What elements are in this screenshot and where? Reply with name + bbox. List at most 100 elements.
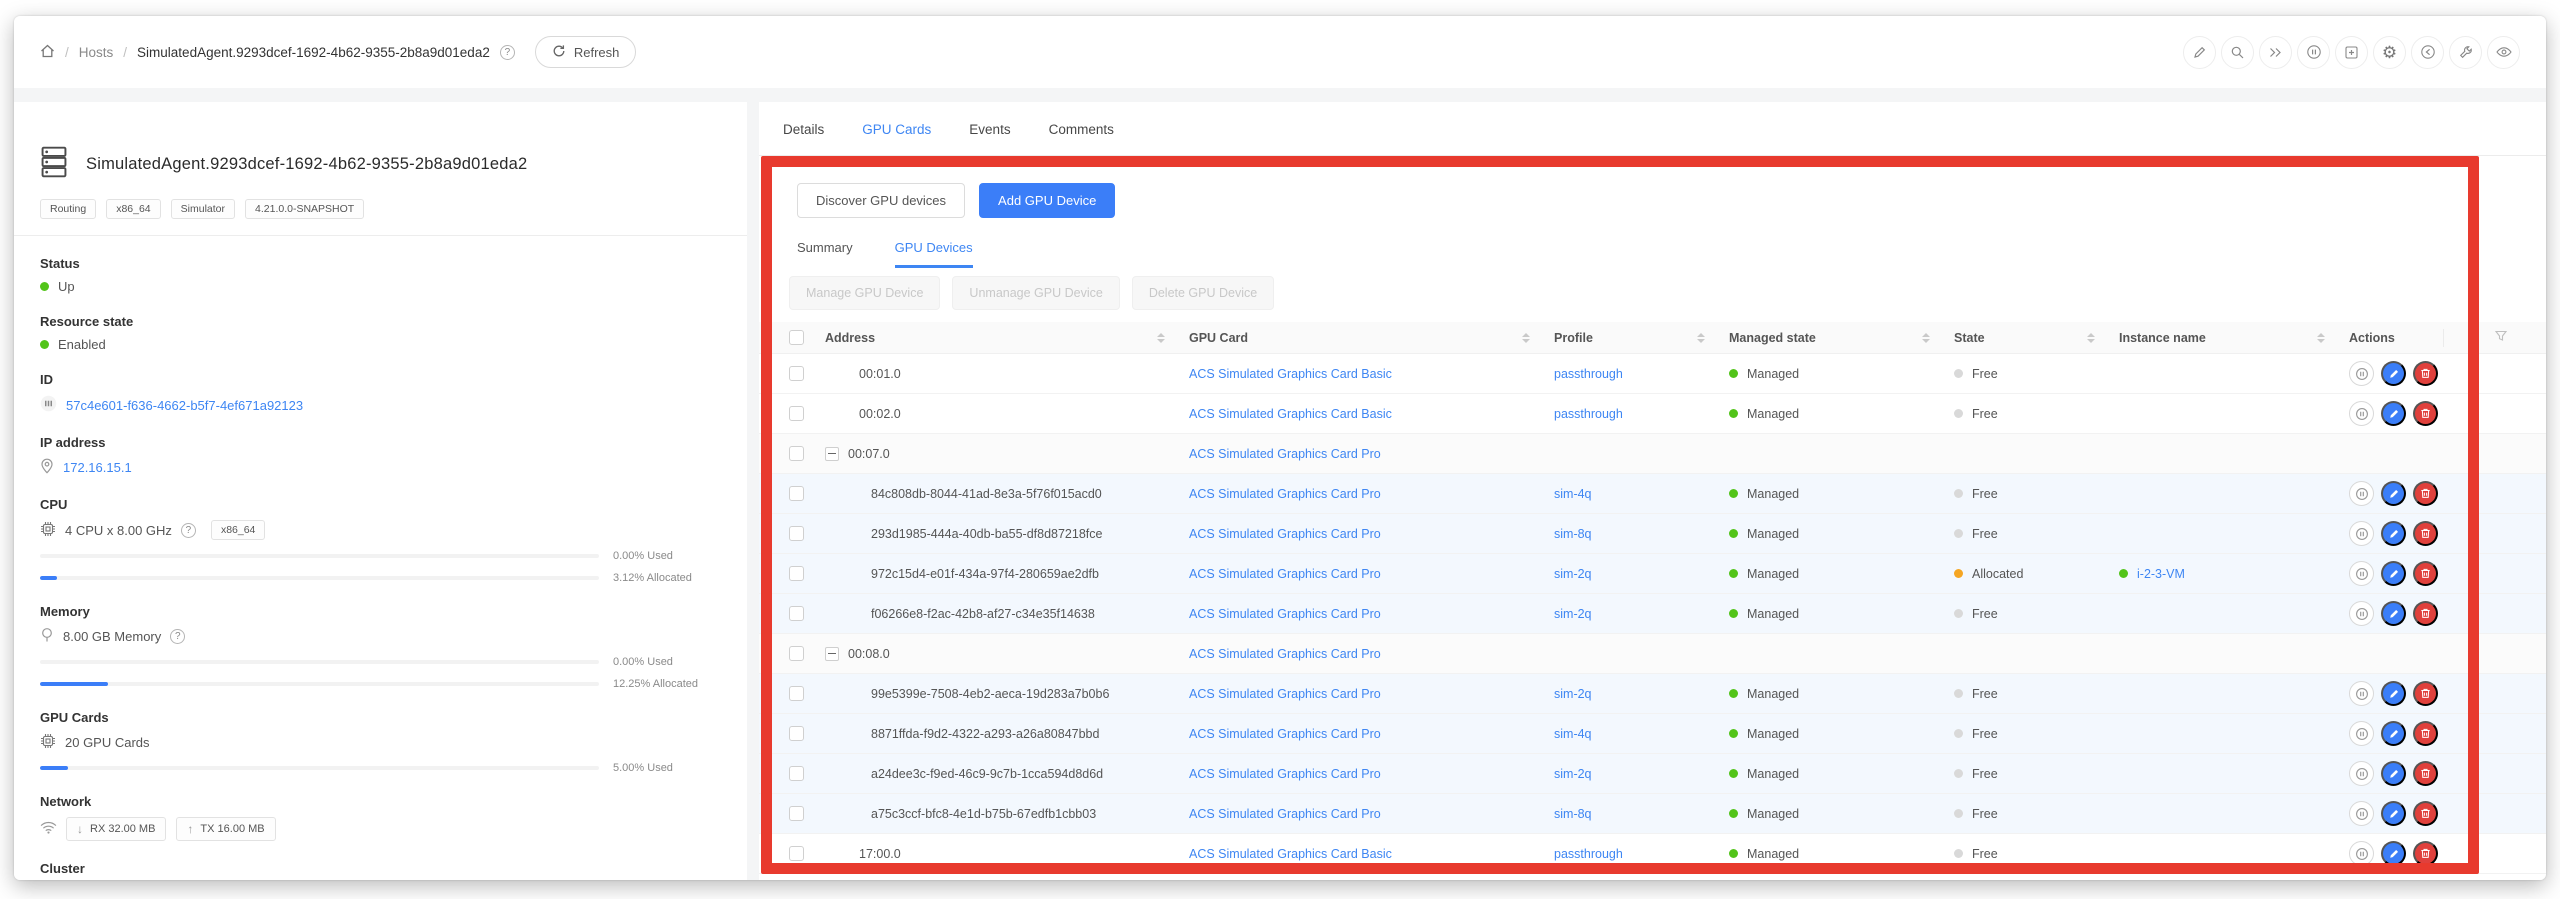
instance-link[interactable]: i-2-3-VM (2137, 567, 2185, 581)
edit-device-button[interactable] (2381, 361, 2406, 386)
pause-device-button[interactable] (2349, 721, 2374, 746)
pause-device-button[interactable] (2349, 841, 2374, 866)
pause-device-button[interactable] (2349, 361, 2374, 386)
refresh-button[interactable]: Refresh (534, 36, 637, 68)
tab-details[interactable]: Details (783, 122, 824, 155)
row-checkbox[interactable] (789, 606, 804, 621)
tab-comments[interactable]: Comments (1049, 122, 1114, 155)
subtab-summary[interactable]: Summary (797, 240, 853, 268)
delete-device-button[interactable] (2413, 401, 2438, 426)
row-checkbox[interactable] (789, 726, 804, 741)
memory-help-icon[interactable]: ? (170, 629, 186, 644)
gpu-card-link[interactable]: ACS Simulated Graphics Card Pro (1189, 767, 1381, 781)
row-checkbox[interactable] (789, 686, 804, 701)
gpu-card-link[interactable]: ACS Simulated Graphics Card Basic (1189, 367, 1392, 381)
settings-gear-icon[interactable]: ⚙ (2373, 35, 2406, 69)
delete-device-button[interactable] (2413, 801, 2438, 826)
pause-device-button[interactable] (2349, 681, 2374, 706)
edit-device-button[interactable] (2381, 481, 2406, 506)
delete-gpu-device-button[interactable]: Delete GPU Device (1131, 276, 1275, 310)
pause-device-button[interactable] (2349, 561, 2374, 586)
delete-device-button[interactable] (2413, 561, 2438, 586)
breadcrumb-hosts[interactable]: Hosts (79, 45, 114, 60)
filter-icon[interactable] (2494, 329, 2508, 346)
sort-icon[interactable] (1697, 332, 1705, 343)
edit-device-button[interactable] (2381, 721, 2406, 746)
delete-device-button[interactable] (2413, 361, 2438, 386)
edit-device-button[interactable] (2381, 681, 2406, 706)
profile-link[interactable]: sim-2q (1554, 567, 1592, 581)
edit-device-button[interactable] (2381, 761, 2406, 786)
delete-device-button[interactable] (2413, 521, 2438, 546)
subtab-gpu-devices[interactable]: GPU Devices (894, 240, 973, 268)
gpu-card-link[interactable]: ACS Simulated Graphics Card Basic (1189, 407, 1392, 421)
profile-link[interactable]: sim-8q (1554, 807, 1592, 821)
gpu-card-link[interactable]: ACS Simulated Graphics Card Pro (1189, 487, 1381, 501)
edit-device-button[interactable] (2381, 841, 2406, 866)
gpu-card-link[interactable]: ACS Simulated Graphics Card Pro (1189, 607, 1381, 621)
delete-device-button[interactable] (2413, 481, 2438, 506)
wrench-icon[interactable] (2449, 35, 2482, 69)
host-id-link[interactable]: 57c4e601-f636-4662-b5f7-4ef671a92123 (66, 398, 303, 413)
select-all-checkbox[interactable] (789, 330, 804, 345)
sort-icon[interactable] (1922, 332, 1930, 343)
delete-device-button[interactable] (2413, 681, 2438, 706)
edit-device-button[interactable] (2381, 801, 2406, 826)
edit-device-button[interactable] (2381, 521, 2406, 546)
pause-device-button[interactable] (2349, 401, 2374, 426)
sort-icon[interactable] (1522, 332, 1530, 343)
pause-circle-icon[interactable] (2297, 35, 2330, 69)
row-checkbox[interactable] (789, 646, 804, 661)
discover-gpu-devices-button[interactable]: Discover GPU devices (797, 183, 966, 218)
row-checkbox[interactable] (789, 766, 804, 781)
profile-link[interactable]: passthrough (1554, 407, 1623, 421)
edit-icon[interactable] (2183, 35, 2216, 69)
row-checkbox[interactable] (789, 366, 804, 381)
add-gpu-device-button[interactable]: Add GPU Device (979, 183, 1116, 218)
profile-link[interactable]: sim-4q (1554, 487, 1592, 501)
profile-link[interactable]: sim-2q (1554, 767, 1592, 781)
add-window-icon[interactable] (2335, 35, 2368, 69)
cpu-help-icon[interactable]: ? (180, 522, 196, 538)
row-checkbox[interactable] (789, 486, 804, 501)
delete-device-button[interactable] (2413, 761, 2438, 786)
row-checkbox[interactable] (789, 806, 804, 821)
navigate-circle-icon[interactable] (2411, 35, 2444, 69)
unmanage-gpu-device-button[interactable]: Unmanage GPU Device (952, 276, 1120, 310)
pause-device-button[interactable] (2349, 521, 2374, 546)
collapse-group-icon[interactable] (825, 446, 839, 461)
row-checkbox[interactable] (789, 406, 804, 421)
profile-link[interactable]: sim-2q (1554, 607, 1592, 621)
tab-events[interactable]: Events (969, 122, 1010, 155)
gpu-card-link[interactable]: ACS Simulated Graphics Card Pro (1189, 807, 1381, 821)
eye-icon[interactable] (2487, 35, 2520, 69)
profile-link[interactable]: sim-4q (1554, 727, 1592, 741)
gpu-card-link[interactable]: ACS Simulated Graphics Card Pro (1189, 687, 1381, 701)
sort-icon[interactable] (2317, 332, 2325, 343)
edit-device-button[interactable] (2381, 601, 2406, 626)
home-icon[interactable] (40, 44, 55, 61)
delete-device-button[interactable] (2413, 841, 2438, 866)
sort-icon[interactable] (1157, 332, 1165, 343)
row-checkbox[interactable] (789, 566, 804, 581)
row-checkbox[interactable] (789, 846, 804, 861)
delete-device-button[interactable] (2413, 601, 2438, 626)
search-icon[interactable] (2221, 35, 2254, 69)
fast-forward-icon[interactable] (2259, 35, 2292, 69)
profile-link[interactable]: passthrough (1554, 367, 1623, 381)
gpu-card-link[interactable]: ACS Simulated Graphics Card Pro (1189, 447, 1381, 461)
gpu-card-link[interactable]: ACS Simulated Graphics Card Basic (1189, 847, 1392, 861)
profile-link[interactable]: sim-2q (1554, 687, 1592, 701)
pause-device-button[interactable] (2349, 761, 2374, 786)
row-checkbox[interactable] (789, 446, 804, 461)
profile-link[interactable]: passthrough (1554, 847, 1623, 861)
gpu-card-link[interactable]: ACS Simulated Graphics Card Pro (1189, 647, 1381, 661)
help-icon[interactable]: ? (499, 44, 515, 60)
collapse-group-icon[interactable] (825, 646, 839, 661)
profile-link[interactable]: sim-8q (1554, 527, 1592, 541)
manage-gpu-device-button[interactable]: Manage GPU Device (789, 276, 941, 310)
row-checkbox[interactable] (789, 526, 804, 541)
pause-device-button[interactable] (2349, 481, 2374, 506)
ip-address-link[interactable]: 172.16.15.1 (63, 460, 132, 475)
tab-gpu-cards[interactable]: GPU Cards (862, 122, 931, 155)
